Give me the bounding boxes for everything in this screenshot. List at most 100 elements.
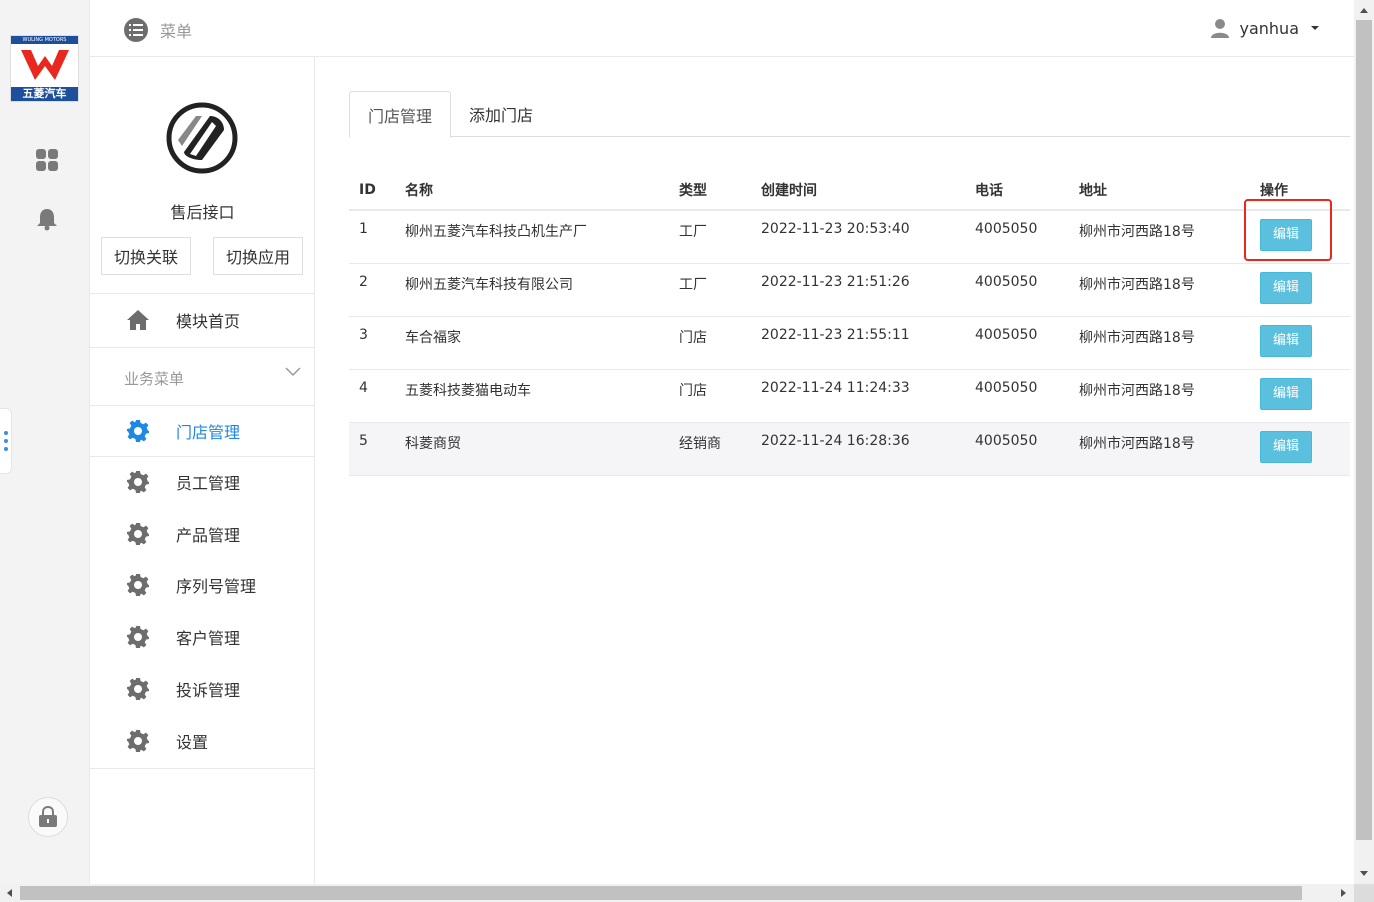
apps-grid-icon[interactable] (35, 148, 59, 172)
store-table: ID 名称 类型 创建时间 电话 地址 操作 1 柳州五菱汽车科技凸机生产厂 工… (349, 170, 1350, 476)
divider (90, 347, 315, 348)
table-row: 3 车合福家 门店 2022-11-23 21:55:11 4005050 柳州… (349, 316, 1350, 370)
menu-toggle-button[interactable]: 菜单 (124, 18, 192, 42)
table-row: 4 五菱科技菱猫电动车 门店 2022-11-24 11:24:33 40050… (349, 369, 1350, 423)
cell-id: 2 (349, 263, 395, 317)
cell-created: 2022-11-23 20:53:40 (751, 210, 965, 264)
sidebar-item-label: 员工管理 (176, 474, 241, 493)
cell-address: 柳州市河西路18号 (1069, 369, 1250, 423)
vertical-scroll-thumb[interactable] (1356, 20, 1372, 840)
wuling-emblem-icon (21, 50, 69, 80)
sidebar-item-customer-management[interactable]: 客户管理 (90, 612, 315, 662)
cell-action: 编辑 (1250, 369, 1350, 423)
cell-phone: 4005050 (965, 263, 1069, 317)
cell-id: 5 (349, 422, 395, 476)
cell-id: 4 (349, 369, 395, 423)
gear-icon (126, 625, 150, 649)
cell-phone: 4005050 (965, 369, 1069, 423)
menu-list-icon (124, 18, 148, 42)
column-header: 创建时间 (751, 170, 965, 211)
sidebar-item-complaint-management[interactable]: 投诉管理 (90, 664, 315, 714)
cell-name: 五菱科技菱猫电动车 (395, 369, 669, 423)
cell-created: 2022-11-24 11:24:33 (751, 369, 965, 423)
table-row: 1 柳州五菱汽车科技凸机生产厂 工厂 2022-11-23 20:53:40 4… (349, 199, 1350, 264)
switch-app-button[interactable]: 切换应用 (213, 237, 303, 275)
sidebar-item-settings[interactable]: 设置 (90, 716, 315, 766)
tab-add-store[interactable]: 添加门店 (451, 91, 551, 137)
sidebar-item-label: 客户管理 (176, 629, 241, 648)
menu-label: 菜单 (160, 22, 193, 41)
gear-icon (126, 573, 150, 597)
vertical-scrollbar[interactable] (1354, 0, 1374, 884)
sidebar-item-label: 产品管理 (176, 526, 241, 545)
icon-rail: WULING MOTORS 五菱汽车 (0, 0, 90, 884)
lock-screen-button[interactable] (28, 797, 68, 837)
switch-link-button[interactable]: 切换关联 (101, 237, 191, 275)
section-label: 业务菜单 (124, 370, 185, 388)
sidebar-item-label: 序列号管理 (176, 577, 257, 596)
cell-type: 经销商 (669, 422, 751, 476)
column-header: 地址 (1069, 170, 1250, 211)
horizontal-scrollbar[interactable] (0, 884, 1354, 902)
chevron-down-icon (285, 367, 301, 377)
cell-type: 门店 (669, 369, 751, 423)
top-header: 菜单 yanhua (90, 0, 1354, 57)
cell-address: 柳州市河西路18号 (1069, 210, 1250, 264)
wuling-logo[interactable]: WULING MOTORS 五菱汽车 (10, 35, 79, 102)
gear-icon (126, 522, 150, 546)
sidebar-item-product-management[interactable]: 产品管理 (90, 509, 315, 559)
cell-address: 柳州市河西路18号 (1069, 263, 1250, 317)
cell-created: 2022-11-24 16:28:36 (751, 422, 965, 476)
bell-icon[interactable] (35, 207, 59, 231)
horizontal-scroll-thumb[interactable] (20, 886, 1302, 900)
sidebar-item-serial-management[interactable]: 序列号管理 (90, 560, 315, 610)
sidebar-item-label: 投诉管理 (176, 681, 241, 700)
cell-type: 工厂 (669, 210, 751, 264)
business-menu-toggle[interactable]: 业务菜单 (90, 349, 315, 405)
cell-action: 编辑 (1250, 263, 1350, 317)
edit-button[interactable]: 编辑 (1260, 377, 1312, 410)
table-row: 2 柳州五菱汽车科技有限公司 工厂 2022-11-23 21:51:26 40… (349, 263, 1350, 317)
sidebar-item-home[interactable]: 模块首页 (90, 293, 315, 347)
cell-phone: 4005050 (965, 316, 1069, 370)
edit-button[interactable]: 编辑 (1260, 271, 1312, 304)
sidebar-item-label: 模块首页 (176, 312, 241, 331)
column-header: 名称 (395, 170, 669, 211)
cell-name: 科菱商贸 (395, 422, 669, 476)
sidebar-item-store-management[interactable]: 门店管理 (90, 406, 315, 456)
scrollbar-corner (1354, 884, 1374, 902)
cell-name: 柳州五菱汽车科技凸机生产厂 (395, 210, 669, 264)
cell-address: 柳州市河西路18号 (1069, 316, 1250, 370)
scroll-up-icon[interactable] (1360, 8, 1368, 13)
tab-store-management[interactable]: 门店管理 (349, 91, 452, 138)
table-row: 5 科菱商贸 经销商 2022-11-24 16:28:36 4005050 柳… (349, 422, 1350, 476)
gear-icon (126, 677, 150, 701)
gear-icon (126, 419, 150, 443)
edit-button[interactable]: 编辑 (1260, 430, 1312, 463)
highlight-box (1244, 199, 1332, 261)
scroll-down-icon[interactable] (1360, 871, 1368, 876)
edit-button[interactable]: 编辑 (1260, 324, 1312, 357)
cell-phone: 4005050 (965, 422, 1069, 476)
cell-address: 柳州市河西路18号 (1069, 422, 1250, 476)
cell-id: 3 (349, 316, 395, 370)
sidebar-drag-handle[interactable] (0, 408, 12, 474)
cell-created: 2022-11-23 21:55:11 (751, 316, 965, 370)
column-header: ID (349, 170, 395, 211)
user-icon (1210, 19, 1229, 38)
cell-action: 编辑 (1250, 422, 1350, 476)
gear-icon (126, 729, 150, 753)
logo-bottom-text: 五菱汽车 (11, 87, 78, 101)
logo-top-text: WULING MOTORS (11, 36, 78, 44)
cell-type: 门店 (669, 316, 751, 370)
scroll-right-icon[interactable] (1341, 889, 1346, 897)
edit-button-wrapper: 编辑 (1244, 199, 1332, 261)
sidebar-item-employee-management[interactable]: 员工管理 (90, 457, 315, 507)
user-menu[interactable]: yanhua (1210, 18, 1319, 38)
username: yanhua (1239, 18, 1300, 38)
lock-icon (39, 806, 57, 827)
cell-action: 编辑 (1250, 316, 1350, 370)
scroll-left-icon[interactable] (7, 889, 12, 897)
app-avatar (166, 102, 238, 174)
cell-phone: 4005050 (965, 210, 1069, 264)
